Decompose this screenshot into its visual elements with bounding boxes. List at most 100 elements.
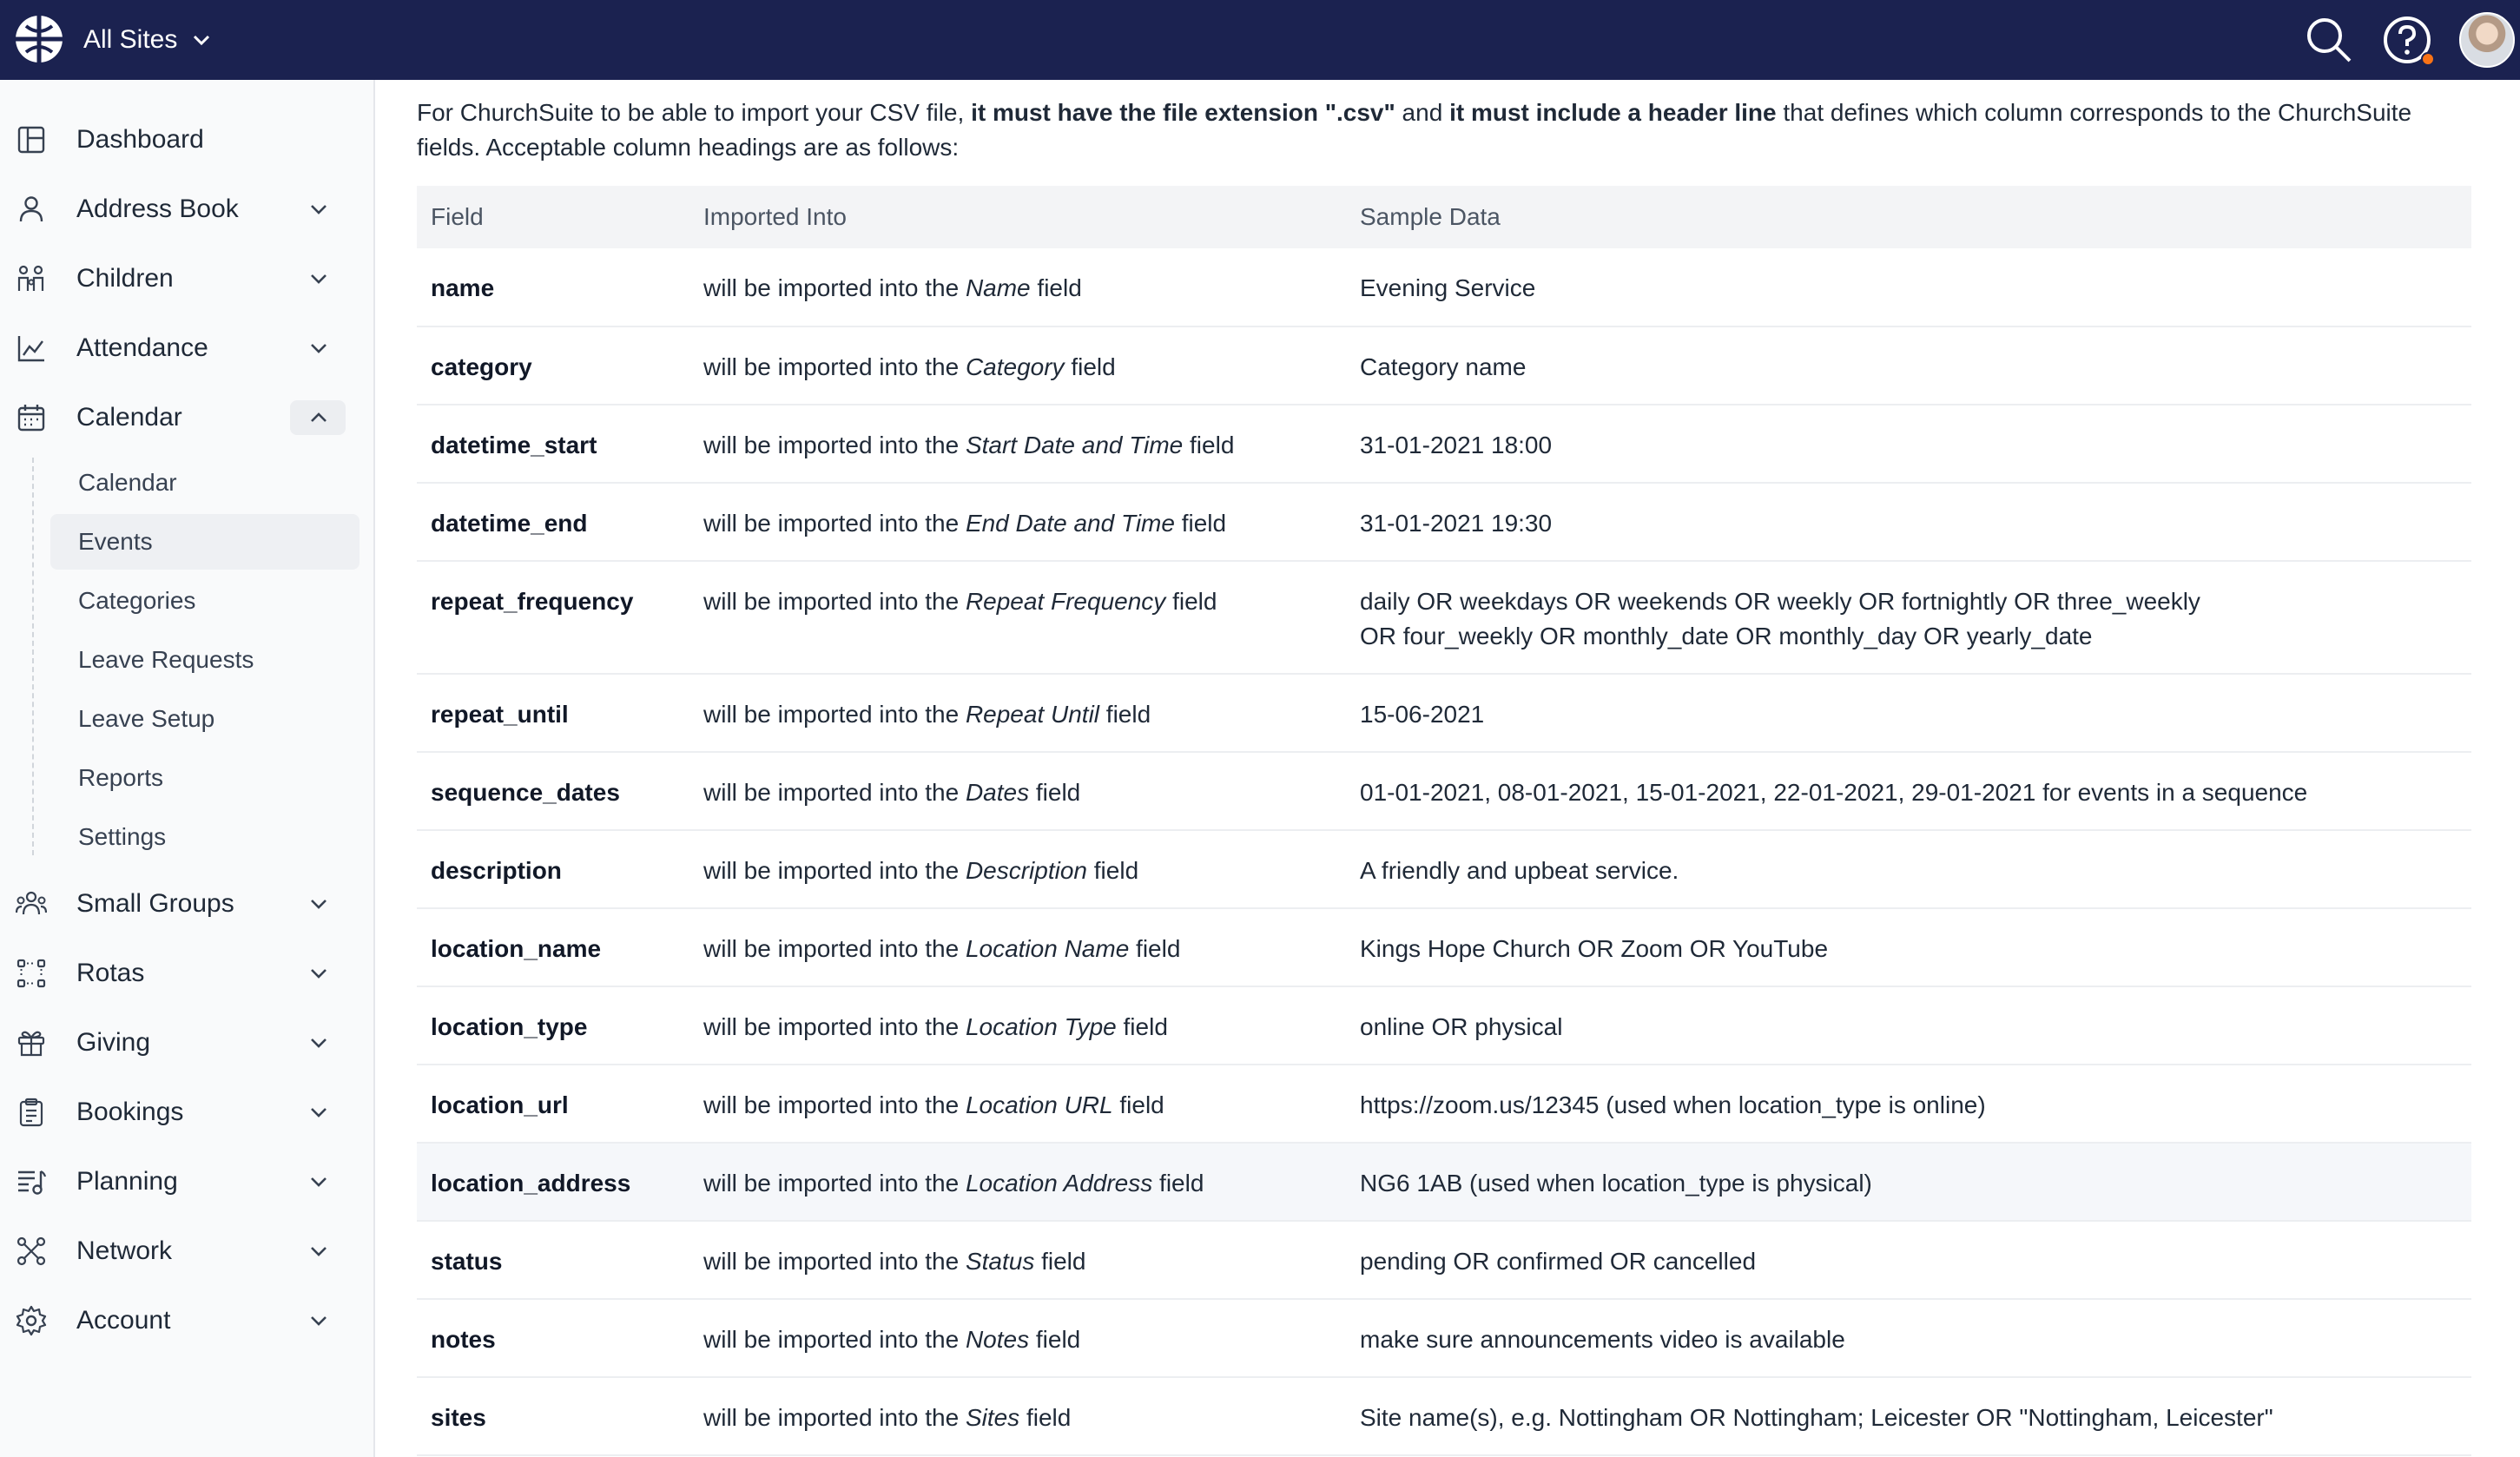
field-name-cell: notes bbox=[417, 1299, 689, 1378]
imported-into-prefix: will be imported into the bbox=[703, 1170, 966, 1197]
sidebar-item-label: Dashboard bbox=[76, 125, 204, 154]
sample-data-line: 31-01-2021 19:30 bbox=[1360, 510, 1553, 537]
field-name-cell: location_address bbox=[417, 1143, 689, 1222]
sidebar-item-bookings[interactable]: Bookings bbox=[0, 1085, 375, 1139]
table-row: location_name will be imported into the L… bbox=[417, 908, 2471, 987]
site-selector[interactable]: All Sites bbox=[83, 21, 214, 59]
sample-data-cell: daily OR weekdays OR weekends OR weekly … bbox=[1346, 561, 2471, 675]
sidebar-item-calendar[interactable]: Calendar bbox=[0, 391, 375, 445]
sample-data-cell: Site name(s), e.g. Nottingham OR Notting… bbox=[1346, 1377, 2471, 1456]
imported-into-suffix: field bbox=[1064, 353, 1116, 380]
sample-data-line: Evening Service bbox=[1360, 274, 1536, 301]
field-name-cell: repeat_frequency bbox=[417, 561, 689, 675]
sample-data-cell: 15-06-2021 bbox=[1346, 674, 2471, 753]
imported-into-cell: will be imported into the Repeat Frequen… bbox=[689, 561, 1346, 675]
sub-item-events[interactable]: Events bbox=[50, 514, 360, 570]
chevron-down-icon bbox=[311, 1316, 327, 1326]
imported-into-suffix: field bbox=[1152, 1170, 1204, 1197]
sample-data-cell: https://zoom.us/12345 (used when locatio… bbox=[1346, 1065, 2471, 1144]
sample-data-line: 31-01-2021 18:00 bbox=[1360, 432, 1553, 458]
column-header-imported-into: Imported Into bbox=[703, 203, 847, 230]
sub-item-settings[interactable]: Settings bbox=[50, 809, 360, 865]
sidebar-item-planning[interactable]: Planning bbox=[0, 1155, 375, 1209]
target-field-name: Status bbox=[965, 1248, 1035, 1275]
table-row: location_address will be imported into th… bbox=[417, 1143, 2471, 1222]
sidebar-item-label: Giving bbox=[76, 1028, 151, 1057]
table-row: datetime_end will be imported into the En… bbox=[417, 483, 2471, 562]
sidebar-item-giving[interactable]: Giving bbox=[0, 1016, 375, 1070]
sidebar-item-label: Attendance bbox=[76, 333, 208, 362]
sample-data-cell: 31-01-2021 19:30 bbox=[1346, 483, 2471, 562]
field-name-cell: datetime_end bbox=[417, 483, 689, 562]
imported-into-prefix: will be imported into the bbox=[703, 588, 966, 615]
search-icon[interactable] bbox=[2303, 14, 2355, 66]
sample-data-cell: 31-01-2021 18:00 bbox=[1346, 405, 2471, 484]
sidebar-item-network[interactable]: Network bbox=[0, 1224, 375, 1278]
chart-icon bbox=[17, 336, 44, 362]
table-body: name will be imported into the Name field… bbox=[417, 248, 2471, 1456]
sidebar-item-address-book[interactable]: Address Book bbox=[0, 182, 375, 236]
top-bar: All Sites bbox=[0, 0, 2520, 80]
sample-data-line: Category name bbox=[1360, 353, 1527, 380]
target-field-name: Location URL bbox=[965, 1091, 1113, 1118]
sidebar-item-attendance[interactable]: Attendance bbox=[0, 321, 375, 375]
sidebar-item-rotas[interactable]: Rotas bbox=[0, 946, 375, 1000]
imported-into-cell: will be imported into the Sites field bbox=[689, 1377, 1346, 1456]
calendar-icon bbox=[17, 405, 45, 432]
chevron-down-icon bbox=[311, 1038, 327, 1048]
column-header-sample-data: Sample Data bbox=[1360, 203, 1501, 230]
imported-into-suffix: field bbox=[1116, 1013, 1168, 1040]
target-field-name: Dates bbox=[965, 779, 1030, 806]
sample-data-cell: Kings Hope Church OR Zoom OR YouTube bbox=[1346, 908, 2471, 987]
imported-into-cell: will be imported into the Start Date and… bbox=[689, 405, 1346, 484]
imported-into-suffix: field bbox=[1034, 1248, 1086, 1275]
target-field-name: Location Name bbox=[965, 935, 1130, 962]
sidebar-item-label: Bookings bbox=[76, 1098, 184, 1126]
sample-data-line: 01-01-2021, 08-01-2021, 15-01-2021, 22-0… bbox=[1360, 779, 2308, 806]
target-field-name: Location Type bbox=[965, 1013, 1117, 1040]
table-row: repeat_frequency will be imported into th… bbox=[417, 561, 2471, 675]
target-field-name: Repeat Frequency bbox=[965, 588, 1166, 615]
sample-data-cell: 01-01-2021, 08-01-2021, 15-01-2021, 22-0… bbox=[1346, 752, 2471, 831]
family-icon bbox=[17, 265, 44, 291]
chevron-up-icon bbox=[311, 412, 327, 422]
sidebar-item-label: Small Groups bbox=[76, 889, 234, 918]
sidebar-item-label: Planning bbox=[76, 1167, 178, 1196]
import-instructions: For ChurchSuite to be able to import you… bbox=[417, 96, 2471, 165]
field-name-cell: datetime_start bbox=[417, 405, 689, 484]
sub-item-leave-requests[interactable]: Leave Requests bbox=[50, 632, 360, 688]
sidebar-item-account[interactable]: Account bbox=[0, 1294, 375, 1348]
sample-data-line: daily OR weekdays OR weekends OR weekly … bbox=[1360, 588, 2200, 615]
user-avatar[interactable] bbox=[2459, 12, 2515, 68]
dashboard-icon bbox=[17, 126, 45, 154]
field-name-cell: repeat_until bbox=[417, 674, 689, 753]
sidebar-item-label: Account bbox=[76, 1306, 171, 1335]
sidebar: Dashboard Address Book Children Attendan… bbox=[0, 80, 375, 1457]
sidebar-item-children[interactable]: Children bbox=[0, 252, 375, 306]
sample-data-line: pending OR confirmed OR cancelled bbox=[1360, 1248, 1757, 1275]
churchsuite-logo-icon[interactable] bbox=[14, 14, 64, 64]
help-button[interactable] bbox=[2381, 14, 2435, 66]
sub-item-categories[interactable]: Categories bbox=[50, 573, 360, 629]
field-name-cell: category bbox=[417, 326, 689, 405]
imported-into-cell: will be imported into the Location Type … bbox=[689, 986, 1346, 1065]
imported-into-suffix: field bbox=[1165, 588, 1217, 615]
sample-data-line: https://zoom.us/12345 (used when locatio… bbox=[1360, 1091, 1986, 1118]
imported-into-suffix: field bbox=[1019, 1404, 1072, 1431]
intro-text: and bbox=[1395, 99, 1450, 126]
site-selector-label: All Sites bbox=[83, 25, 178, 54]
imported-into-prefix: will be imported into the bbox=[703, 510, 966, 537]
rotas-icon bbox=[16, 959, 46, 988]
table-row: location_url will be imported into the Lo… bbox=[417, 1065, 2471, 1144]
imported-into-prefix: will be imported into the bbox=[703, 779, 966, 806]
sidebar-item-small-groups[interactable]: Small Groups bbox=[0, 877, 375, 931]
imported-into-prefix: will be imported into the bbox=[703, 935, 966, 962]
sub-item-reports[interactable]: Reports bbox=[50, 750, 360, 806]
sub-item-calendar[interactable]: Calendar bbox=[50, 455, 360, 511]
chevron-down-icon bbox=[311, 1247, 327, 1256]
sidebar-item-dashboard[interactable]: Dashboard bbox=[0, 113, 375, 167]
field-name-cell: location_url bbox=[417, 1065, 689, 1144]
sub-item-leave-setup[interactable]: Leave Setup bbox=[50, 691, 360, 747]
top-actions bbox=[2303, 0, 2520, 80]
field-name-cell: name bbox=[417, 248, 689, 327]
